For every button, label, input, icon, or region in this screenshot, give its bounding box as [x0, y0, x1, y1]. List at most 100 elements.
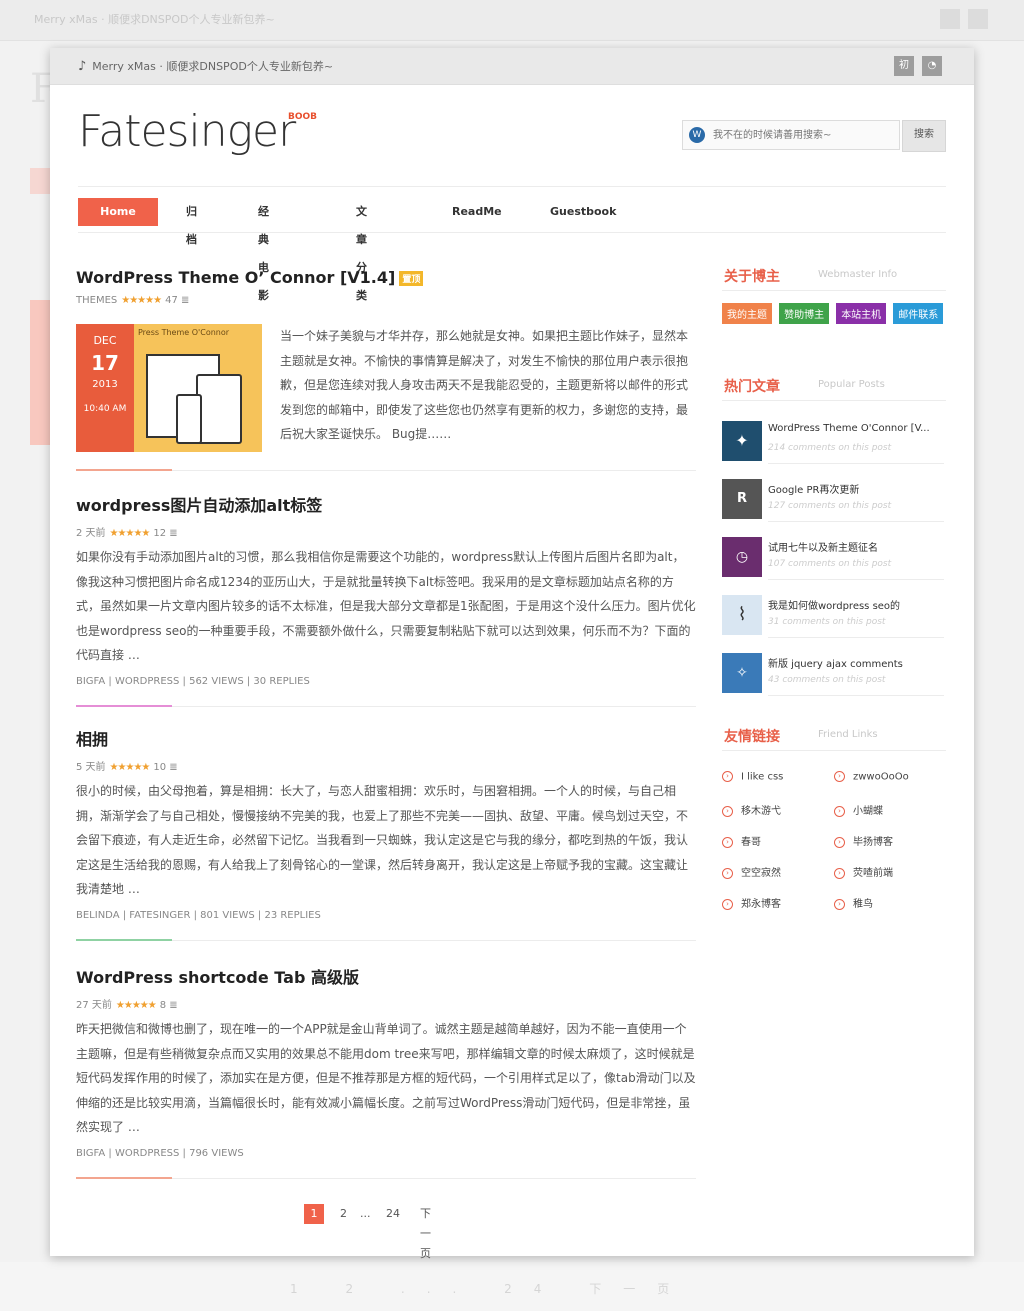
- divider: [768, 579, 944, 580]
- post-footer: BIGFA | WORDPRESS | 562 VIEWS | 30 REPLI…: [76, 675, 310, 687]
- popular-post-comments: 127 comments on this post: [768, 501, 892, 511]
- friend-link-label: 春哥: [741, 837, 761, 848]
- popular-post[interactable]: ✦ WordPress Theme O'Connor [V... 214 com…: [722, 421, 946, 479]
- page-current[interactable]: 1: [304, 1204, 324, 1224]
- popular-post[interactable]: ✧ 新版 jquery ajax comments 43 comments on…: [722, 653, 946, 711]
- friend-link[interactable]: › 毕扬博客: [834, 833, 893, 848]
- divider: [768, 695, 944, 696]
- weibo-icon[interactable]: 初: [894, 56, 914, 76]
- popular-post-title[interactable]: WordPress Theme O'Connor [V...: [768, 423, 944, 434]
- friend-link[interactable]: › 春哥: [722, 833, 761, 848]
- sponsor-button[interactable]: 赞助博主: [779, 303, 830, 324]
- friend-link-label: 小蝴蝶: [853, 806, 883, 817]
- post-title[interactable]: 相拥: [76, 726, 696, 750]
- search-box: W: [682, 120, 900, 150]
- popular-post-comments: 31 comments on this post: [768, 617, 886, 627]
- nav-guestbook[interactable]: Guestbook: [550, 198, 616, 226]
- widget-title-text: 关于博主: [724, 269, 780, 285]
- popular-post[interactable]: ⌇ 我是如何做wordpress seo的 31 comments on thi…: [722, 595, 946, 653]
- nav-movies[interactable]: 经典电影: [258, 198, 269, 302]
- logo-badge: BOOB: [288, 112, 318, 122]
- friend-link-label: 毕扬博客: [853, 837, 893, 848]
- page-link[interactable]: 2: [340, 1204, 347, 1224]
- nav-archive[interactable]: 归档: [186, 198, 197, 246]
- friend-link[interactable]: › zwwoOoOo: [834, 771, 909, 783]
- friend-link[interactable]: › I like css: [722, 771, 783, 783]
- nav-categories[interactable]: 文章分类: [356, 198, 367, 302]
- nav-home[interactable]: Home: [78, 198, 158, 226]
- friend-link[interactable]: › 移木游弋: [722, 802, 781, 817]
- link-bullet-icon: ›: [722, 898, 733, 910]
- divider: [768, 463, 944, 464]
- friend-link[interactable]: › 郑永博客: [722, 895, 781, 910]
- friend-link-label: 移木游弋: [741, 806, 781, 817]
- post-separator: [76, 469, 696, 471]
- post-item: 相拥 5 天前 ★★★★★ 10 ≣ 很小的时候，由父母抱着，算是相拥：长大了，与恋…: [76, 726, 696, 921]
- popular-post-title[interactable]: 试用七牛以及新主题征名: [768, 539, 944, 554]
- divider: [78, 186, 946, 187]
- post-title[interactable]: wordpress图片自动添加alt标签: [76, 492, 696, 516]
- friend-link[interactable]: › 稚鸟: [834, 895, 873, 910]
- comment-count[interactable]: 47 ≣: [165, 295, 189, 306]
- post-title[interactable]: WordPress shortcode Tab 高级版: [76, 964, 696, 988]
- comment-count[interactable]: 12 ≣: [153, 528, 177, 539]
- comment-count[interactable]: 10 ≣: [153, 762, 177, 773]
- popular-post-comments: 214 comments on this post: [768, 443, 892, 453]
- post-item: WordPress shortcode Tab 高级版 27 天前 ★★★★★ 8 …: [76, 964, 696, 1159]
- popular-post[interactable]: ◷ 试用七牛以及新主题征名 107 comments on this post: [722, 537, 946, 595]
- divider: [768, 521, 944, 522]
- rating-stars: ★★★★★: [115, 1000, 157, 1011]
- announcement: ♪ Merry xMas · 顺便求DNSPOD个人专业新包养~: [78, 58, 333, 74]
- search-button[interactable]: 搜索: [902, 120, 946, 152]
- phone-icon: [176, 394, 202, 444]
- my-themes-button[interactable]: 我的主题: [722, 303, 772, 324]
- post-category[interactable]: THEMES: [76, 295, 117, 306]
- post-item: WordPress Theme O’ Connor [V1.4] 置顶 THEME…: [76, 268, 696, 458]
- post-meta: THEMES ★★★★★ 47 ≣: [76, 295, 696, 306]
- popular-post-title[interactable]: 我是如何做wordpress seo的: [768, 597, 944, 612]
- post-thumbnail[interactable]: DEC 17 2013 10:40 AM Press Theme O'Conno…: [76, 324, 262, 452]
- popular-post[interactable]: R Google PR再次更新 127 comments on this pos…: [722, 479, 946, 537]
- popular-post-comments: 43 comments on this post: [768, 675, 886, 685]
- popular-post-comments: 107 comments on this post: [768, 559, 892, 569]
- friend-link-label: 空空寂然: [741, 868, 781, 879]
- post-date: 5 天前: [76, 762, 106, 773]
- link-bullet-icon: ›: [834, 771, 845, 782]
- post-thumbnail: ✦: [722, 421, 762, 461]
- widget-title-text: 友情链接: [724, 729, 780, 745]
- email-contact-button[interactable]: 邮件联系: [893, 303, 944, 324]
- top-bar: ♪ Merry xMas · 顺便求DNSPOD个人专业新包养~ 初 ◔: [50, 48, 974, 85]
- widget-title-text: 热门文章: [724, 379, 780, 395]
- divider: [78, 232, 946, 233]
- friend-link-label: 郑永博客: [741, 899, 781, 910]
- paperclip-icon: ⌇: [737, 604, 747, 625]
- rss-icon[interactable]: ◔: [922, 56, 942, 76]
- page-next[interactable]: 下一页: [420, 1204, 431, 1260]
- post-title[interactable]: WordPress Theme O’ Connor [V1.4] 置顶: [76, 268, 696, 287]
- search-input[interactable]: [711, 125, 895, 145]
- popular-post-title[interactable]: 新版 jquery ajax comments: [768, 655, 944, 670]
- friend-link-label: zwwoOoOo: [853, 771, 909, 783]
- date-day: 17: [91, 351, 119, 375]
- nav-readme[interactable]: ReadMe: [452, 198, 502, 226]
- link-bullet-icon: ›: [834, 898, 845, 910]
- site-logo[interactable]: Fatesinger BOOB: [78, 106, 317, 157]
- popular-post-title[interactable]: Google PR再次更新: [768, 481, 944, 496]
- post-footer: BIGFA | WORDPRESS | 796 VIEWS: [76, 1147, 244, 1159]
- post-thumbnail: ◷: [722, 537, 762, 577]
- friend-link[interactable]: › 小蝴蝶: [834, 802, 883, 817]
- friend-link[interactable]: › 荧喳前端: [834, 864, 893, 879]
- widget-title: 关于博主 Webmaster Info: [722, 262, 946, 291]
- background-pager: 1 2 ... 24 下一页: [0, 1262, 1024, 1311]
- about-buttons: 我的主题 赞助博主 本站主机 邮件联系: [722, 303, 946, 330]
- post-excerpt: 当一个妹子美貌与才华并存，那么她就是女神。如果把主题比作妹子，显然本主题就是女神…: [280, 329, 689, 441]
- twitter-icon: ✦: [735, 431, 749, 450]
- sidebar-friend-links: 友情链接 Friend Links › I like css › zwwoOoOo …: [722, 722, 946, 933]
- background-pager-text: 1 2 ... 24 下一页: [290, 1282, 692, 1296]
- page-link[interactable]: 24: [386, 1204, 400, 1224]
- sidebar-popular: 热门文章 Popular Posts ✦ WordPress Theme O'C…: [722, 372, 946, 711]
- friend-link[interactable]: › 空空寂然: [722, 864, 781, 879]
- comment-count[interactable]: 8 ≣: [160, 1000, 178, 1011]
- hosting-button[interactable]: 本站主机: [836, 303, 887, 324]
- rating-stars: ★★★★★: [109, 528, 151, 539]
